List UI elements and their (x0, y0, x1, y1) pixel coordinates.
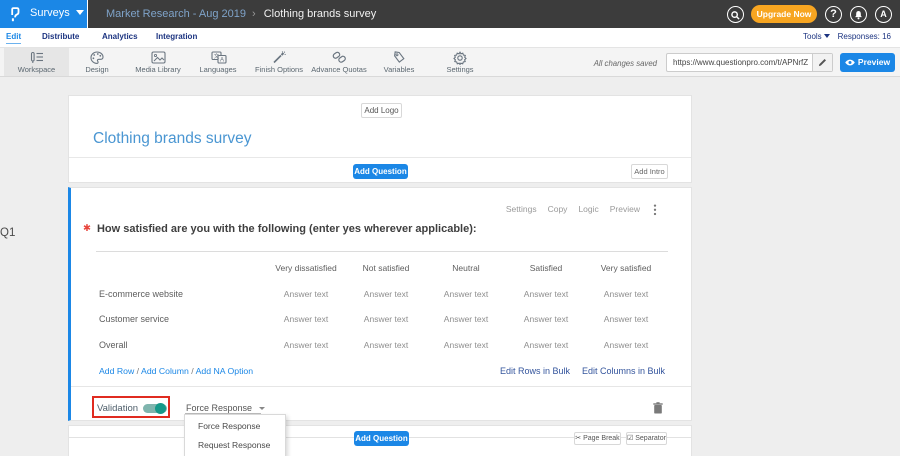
svg-text:A: A (220, 58, 224, 64)
svg-text:文: 文 (214, 52, 220, 60)
